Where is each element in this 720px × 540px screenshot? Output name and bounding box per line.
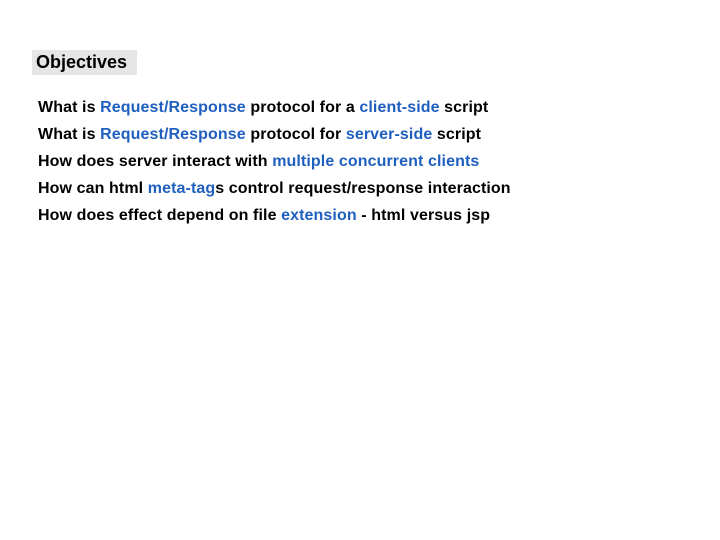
- objectives-heading-text: Objectives: [36, 52, 127, 72]
- text: - html versus jsp: [357, 207, 490, 224]
- objective-line-5: How does effect depend on file extension…: [38, 207, 690, 225]
- text: What is: [38, 99, 100, 116]
- objective-line-2: What is Request/Response protocol for se…: [38, 126, 690, 144]
- highlight: multiple concurrent clients: [272, 153, 479, 170]
- text: protocol for a: [246, 99, 360, 116]
- objectives-heading: Objectives: [32, 50, 137, 75]
- slide: Objectives What is Request/Response prot…: [0, 0, 720, 540]
- highlight: meta-tag: [148, 180, 215, 197]
- text: How can html: [38, 180, 148, 197]
- highlight: server-side: [346, 126, 433, 143]
- objectives-list: What is Request/Response protocol for a …: [38, 99, 690, 225]
- text: How does server interact with: [38, 153, 272, 170]
- highlight: Request/Response: [100, 99, 246, 116]
- objective-line-1: What is Request/Response protocol for a …: [38, 99, 690, 117]
- text: How does effect depend on file: [38, 207, 281, 224]
- objective-line-3: How does server interact with multiple c…: [38, 153, 690, 171]
- text: script: [440, 99, 489, 116]
- highlight: client-side: [359, 99, 439, 116]
- highlight: extension: [281, 207, 357, 224]
- highlight: Request/Response: [100, 126, 246, 143]
- text: protocol for: [246, 126, 346, 143]
- text: script: [432, 126, 481, 143]
- objective-line-4: How can html meta-tags control request/r…: [38, 180, 690, 198]
- text: What is: [38, 126, 100, 143]
- text: s control request/response interaction: [215, 180, 510, 197]
